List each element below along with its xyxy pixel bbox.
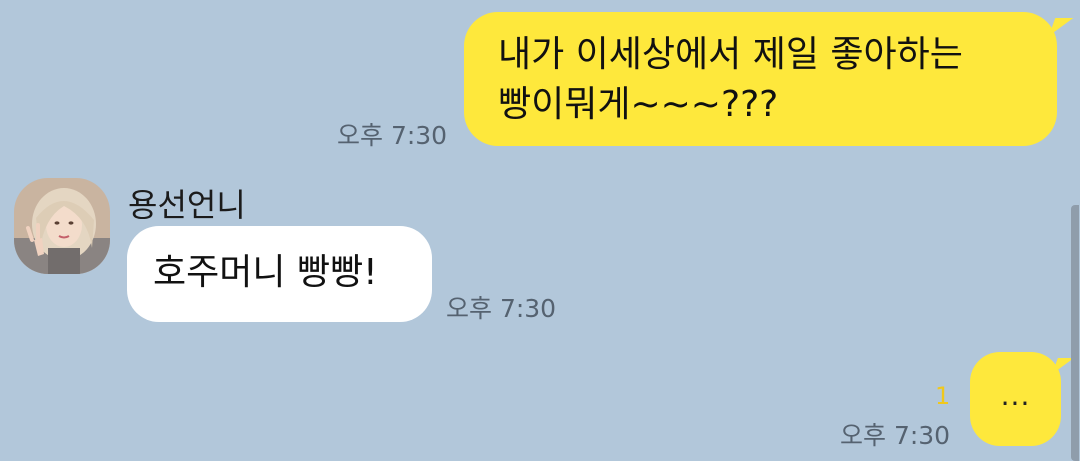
message-timestamp: 오후 7:30: [337, 121, 448, 150]
profile-photo-icon: [14, 178, 110, 274]
message-text: ...: [1000, 379, 1031, 412]
message-timestamp: 오후 7:30: [840, 421, 951, 450]
message-timestamp: 오후 7:30: [446, 294, 557, 323]
scrollbar[interactable]: [1071, 205, 1079, 461]
message-text: 호주머니 빵빵!: [153, 252, 378, 293]
message-text-line: 내가 이세상에서 제일 좋아하는: [498, 34, 963, 75]
sender-avatar[interactable]: [14, 178, 110, 274]
sender-name: 용선언니: [128, 186, 246, 224]
incoming-message-bubble[interactable]: 호주머니 빵빵!: [127, 226, 432, 322]
unread-count-badge: 1: [935, 382, 951, 410]
chat-area[interactable]: 내가 이세상에서 제일 좋아하는 빵이뭐게~~~??? 오후 7:30 용선언니…: [0, 0, 1080, 461]
outgoing-message-bubble[interactable]: 내가 이세상에서 제일 좋아하는 빵이뭐게~~~???: [464, 12, 1074, 146]
bubble-tail: [1048, 18, 1074, 36]
outgoing-message-bubble[interactable]: ...: [970, 352, 1074, 446]
message-text-line: 빵이뭐게~~~???: [498, 84, 779, 125]
